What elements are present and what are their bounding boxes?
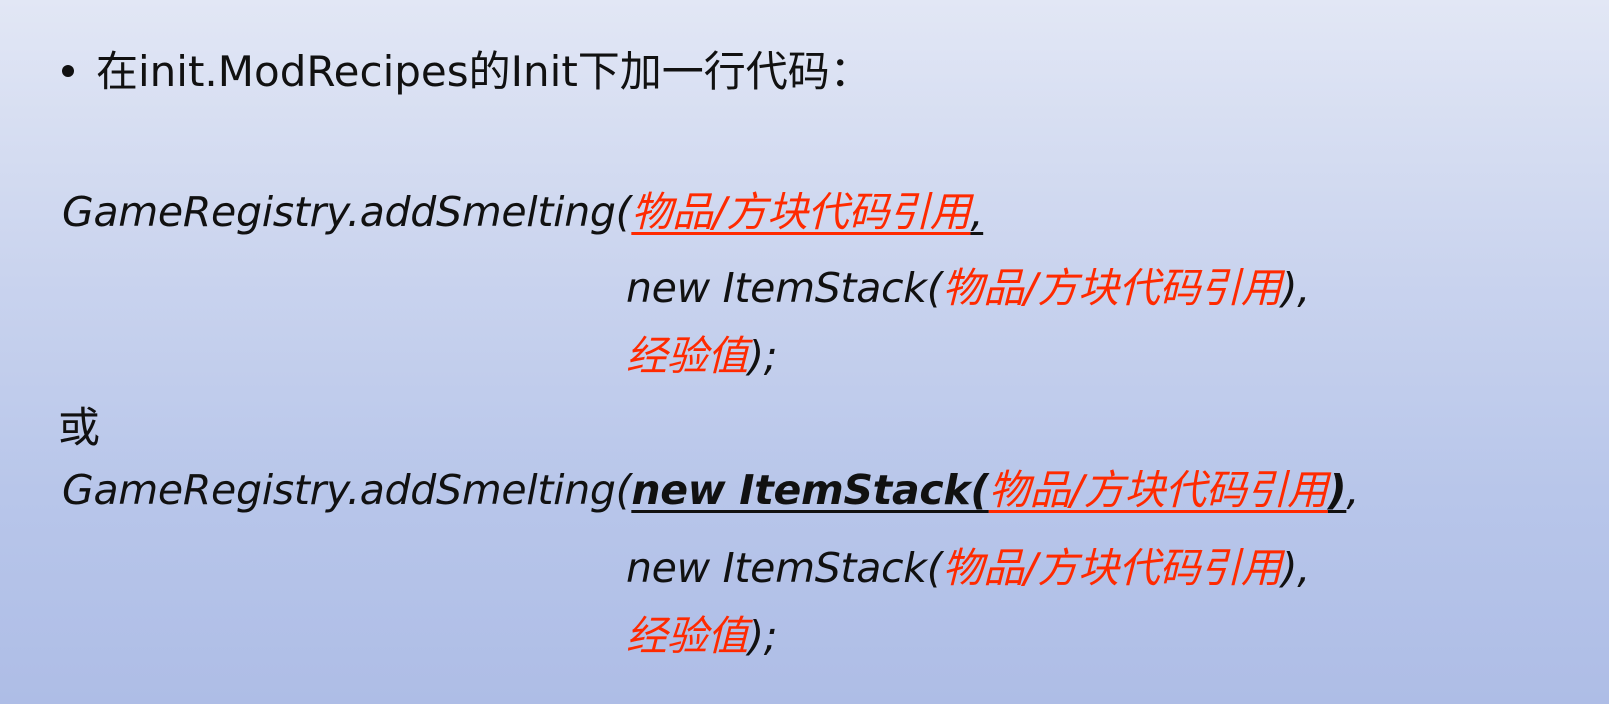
code-block1-line2: new ItemStack(物品/方块代码引用), [626,260,1310,316]
placeholder-item-ref: 物品/方块代码引用 [631,188,971,236]
bullet-icon [62,64,74,77]
code-block1-line3: 经验值); [626,328,778,384]
code-punct: ), [1281,264,1311,312]
code-block2-line2: new ItemStack(物品/方块代码引用), [626,540,1310,596]
heading-text: 在init.ModRecipes的Init下加一行代码： [96,47,872,96]
code-block2-line1: GameRegistry.addSmelting(new ItemStack(物… [62,462,1359,518]
code-text: GameRegistry.addSmelting( [62,188,632,236]
slide: 在init.ModRecipes的Init下加一行代码： GameRegistr… [0,0,1609,704]
placeholder-experience: 经验值 [626,612,749,660]
placeholder-item-ref: 物品/方块代码引用 [988,466,1328,514]
code-text: GameRegistry.addSmelting( [62,466,632,514]
code-punct: ), [1281,544,1311,592]
heading-line: 在init.ModRecipes的Init下加一行代码： [62,44,872,100]
code-punct: ); [748,612,778,660]
code-block1-line1: GameRegistry.addSmelting(物品/方块代码引用, [62,184,983,240]
code-punct: , [1346,466,1360,514]
code-block2-line3: 经验值); [626,608,778,664]
code-bold-close: ) [1327,466,1347,514]
code-bold-itemstack: new ItemStack( [631,466,989,514]
code-text: new ItemStack( [626,264,943,312]
code-text: new ItemStack( [626,544,943,592]
placeholder-item-ref: 物品/方块代码引用 [942,544,1282,592]
code-punct: ); [748,332,778,380]
separator-or: 或 [58,403,101,452]
code-punct: , [970,188,984,236]
placeholder-item-ref: 物品/方块代码引用 [942,264,1282,312]
placeholder-experience: 经验值 [626,332,749,380]
